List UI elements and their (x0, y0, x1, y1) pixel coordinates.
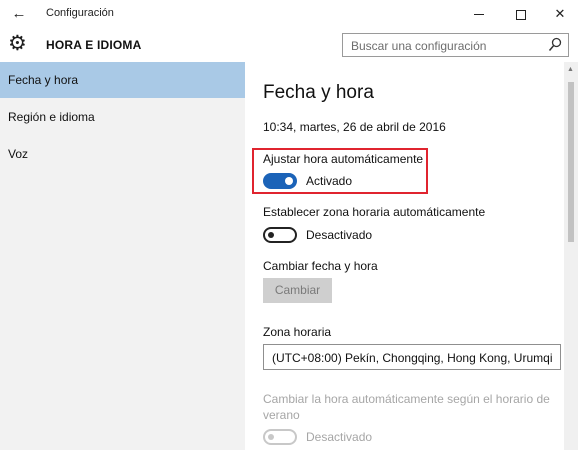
dst-state: Desactivado (306, 430, 373, 444)
close-button[interactable]: ✕ (541, 0, 578, 28)
dst-label: Cambiar la hora automáticamente según el… (263, 392, 550, 422)
window-title: Configuración (46, 7, 114, 19)
auto-timezone-state: Desactivado (306, 228, 373, 242)
sidebar-item-region-e-idioma[interactable]: Región e idioma (0, 99, 245, 135)
search-input[interactable]: Buscar una configuración (342, 33, 569, 57)
minimize-button[interactable] (460, 0, 498, 28)
back-arrow-icon[interactable]: ← (8, 3, 30, 25)
page-header: ⚙ HORA E IDIOMA Buscar una configuración (0, 28, 578, 62)
search-icon (548, 37, 562, 51)
search-placeholder: Buscar una configuración (351, 39, 487, 53)
scrollbar-thumb[interactable] (568, 82, 574, 242)
dst-toggle[interactable] (263, 429, 297, 445)
sidebar-item-voz[interactable]: Voz (0, 136, 245, 172)
auto-timezone-toggle[interactable] (263, 227, 297, 243)
sidebar-item-fecha-y-hora[interactable]: Fecha y hora (0, 62, 245, 98)
auto-time-label: Ajustar hora automáticamente (263, 152, 424, 166)
auto-timezone-label: Establecer zona horaria automáticamente (263, 205, 486, 219)
timezone-value: (UTC+08:00) Pekín, Chongqing, Hong Kong,… (272, 351, 553, 365)
main-content: Fecha y hora 10:34, martes, 26 de abril … (245, 62, 578, 450)
toggle-knob (268, 434, 274, 440)
change-button[interactable]: Cambiar (263, 278, 332, 303)
toggle-knob (285, 177, 293, 185)
section-title: HORA E IDIOMA (46, 38, 142, 52)
close-icon: ✕ (554, 6, 566, 21)
toggle-knob (268, 232, 274, 238)
gear-icon: ⚙ (8, 32, 27, 55)
scroll-up-icon[interactable]: ▲ (567, 66, 574, 73)
change-datetime-label: Cambiar fecha y hora (263, 259, 378, 273)
current-datetime: 10:34, martes, 26 de abril de 2016 (263, 120, 446, 134)
title-bar: ← Configuración ✕ (0, 0, 578, 28)
sidebar: Fecha y hora Región e idioma Voz (0, 62, 245, 450)
maximize-icon (516, 9, 526, 20)
scrollbar[interactable]: ▲ (564, 62, 578, 450)
timezone-select[interactable]: (UTC+08:00) Pekín, Chongqing, Hong Kong,… (263, 344, 561, 370)
auto-time-state: Activado (306, 174, 353, 188)
maximize-button[interactable] (502, 0, 540, 28)
page-title: Fecha y hora (263, 82, 374, 103)
timezone-label: Zona horaria (263, 325, 332, 339)
auto-time-toggle[interactable] (263, 173, 297, 189)
minimize-icon (474, 14, 484, 16)
